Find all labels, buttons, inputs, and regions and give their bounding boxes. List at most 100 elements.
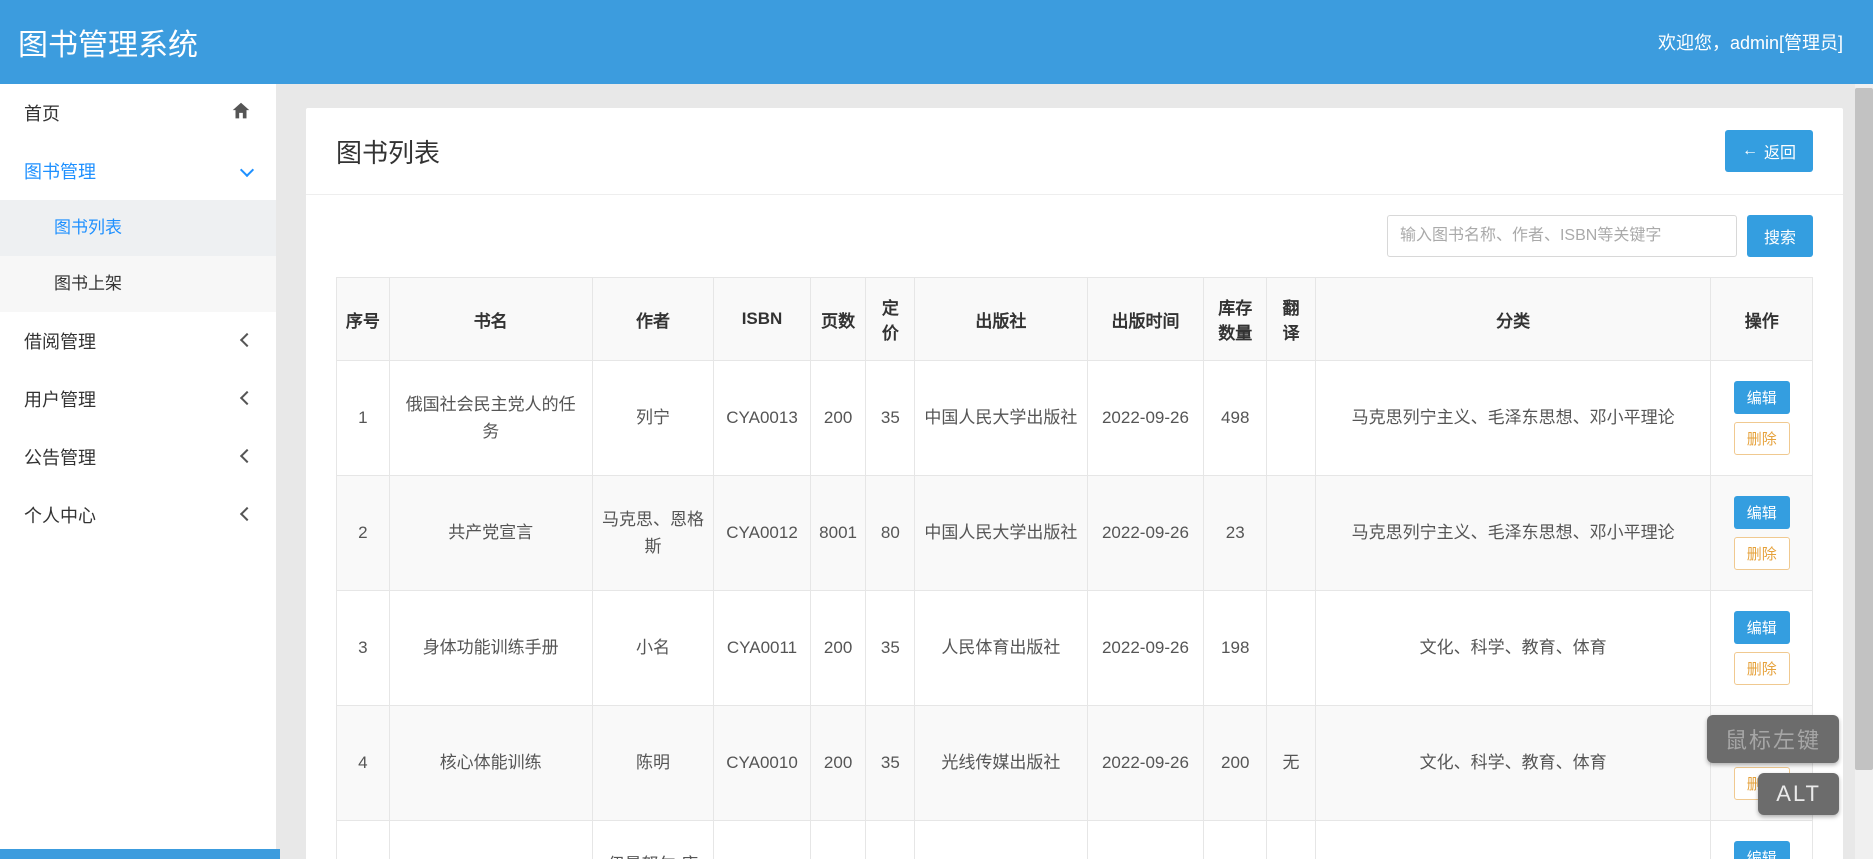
sidebar-subitem-book-list[interactable]: 图书列表 <box>0 200 276 256</box>
cell-idx: 5 <box>337 821 390 859</box>
cell-isbn: CYA0010 <box>714 706 810 821</box>
sidebar-item-home[interactable]: 首页 <box>0 84 276 142</box>
content-panel: 图书列表 ← 返回 搜索 <box>306 108 1843 859</box>
th-category: 分类 <box>1315 278 1711 361</box>
cell-actions: 编辑删除 <box>1711 821 1813 859</box>
search-toolbar: 搜索 <box>306 195 1843 277</box>
cell-isbn: CYA0009 <box>714 821 810 859</box>
search-input[interactable] <box>1387 215 1737 257</box>
table-container: 序号 书名 作者 ISBN 页数 定价 出版社 出版时间 库存数量 翻译 分类 … <box>306 277 1843 859</box>
cell-category: 文化、科学、教育、体育 <box>1315 706 1711 821</box>
cell-trans <box>1267 591 1316 706</box>
th-pages: 页数 <box>810 278 866 361</box>
top-bar: 图书管理系统 欢迎您，admin[管理员] <box>0 0 1873 84</box>
sidebar: 首页 图书管理 图书列表 图书上架 借阅管理 用户管理 公告管理 个人中心 <box>0 84 276 859</box>
welcome-text: 欢迎您，admin[管理员] <box>1658 29 1843 55</box>
chevron-down-icon <box>242 162 252 180</box>
sidebar-item-notices[interactable]: 公告管理 <box>0 428 276 486</box>
cell-publisher: 人民体育出版社 <box>915 591 1087 706</box>
edit-button[interactable]: 编辑 <box>1734 496 1790 529</box>
cell-category: 马克思列宁主义、毛泽东思想、邓小平理论 <box>1315 476 1711 591</box>
vertical-scrollbar[interactable] <box>1855 84 1873 859</box>
cell-stock: 198 <box>1204 591 1267 706</box>
cell-price: 35 <box>866 591 915 706</box>
cell-idx: 3 <box>337 591 390 706</box>
edit-button[interactable]: 编辑 <box>1734 611 1790 644</box>
cell-trans <box>1267 361 1316 476</box>
cell-name: 纯粹理性批判 <box>389 821 592 859</box>
sidebar-item-books[interactable]: 图书管理 <box>0 142 276 200</box>
table-row: 1俄国社会民主党人的任务列宁CYA001320035中国人民大学出版社2022-… <box>337 361 1813 476</box>
cell-author: 马克思、恩格斯 <box>592 476 714 591</box>
cell-publisher: 光线传媒出版社 <box>915 706 1087 821</box>
cell-date: 2022-09-26 <box>1087 476 1204 591</box>
th-trans: 翻译 <box>1267 278 1316 361</box>
edit-button[interactable]: 编辑 <box>1734 841 1790 859</box>
th-author: 作者 <box>592 278 714 361</box>
delete-button[interactable]: 删除 <box>1734 537 1790 570</box>
back-button[interactable]: ← 返回 <box>1725 130 1813 172</box>
cell-date: 2022-09-26 <box>1087 591 1204 706</box>
table-header-row: 序号 书名 作者 ISBN 页数 定价 出版社 出版时间 库存数量 翻译 分类 … <box>337 278 1813 361</box>
sidebar-item-profile[interactable]: 个人中心 <box>0 486 276 544</box>
cell-actions: 编辑删除 <box>1711 476 1813 591</box>
cell-publisher: 中国人民大学出版社 <box>915 361 1087 476</box>
cell-pages: 200 <box>810 706 866 821</box>
cell-pages: 8001 <box>810 476 866 591</box>
chevron-left-icon <box>242 390 252 408</box>
cell-date: 2022-09-26 <box>1087 706 1204 821</box>
back-button-label: 返回 <box>1764 139 1796 163</box>
cell-author: 伊曼努尔·康德 <box>592 821 714 859</box>
panel-header: 图书列表 ← 返回 <box>306 108 1843 195</box>
cell-author: 小名 <box>592 591 714 706</box>
cell-price: 35 <box>866 706 915 821</box>
th-stock: 库存数量 <box>1204 278 1267 361</box>
chevron-left-icon <box>242 448 252 466</box>
cell-name: 身体功能训练手册 <box>389 591 592 706</box>
keypress-overlay: 鼠标左键 ALT <box>1707 715 1839 815</box>
app-title: 图书管理系统 <box>18 20 198 64</box>
page-title: 图书列表 <box>336 133 440 170</box>
cell-pages: 200 <box>810 361 866 476</box>
main-content: 图书列表 ← 返回 搜索 <box>276 84 1873 859</box>
cell-isbn: CYA0011 <box>714 591 810 706</box>
cell-trans: 无 <box>1267 706 1316 821</box>
cell-price: 35 <box>866 821 915 859</box>
table-row: 5纯粹理性批判伊曼努尔·康德CYA000920035光线传媒出版社2022-09… <box>337 821 1813 859</box>
sidebar-subitem-book-add[interactable]: 图书上架 <box>0 256 276 312</box>
edit-button[interactable]: 编辑 <box>1734 381 1790 414</box>
cell-category: 文化、科学、教育、体育 <box>1315 591 1711 706</box>
sidebar-item-users[interactable]: 用户管理 <box>0 370 276 428</box>
arrow-left-icon: ← <box>1742 142 1758 160</box>
cell-category: 哲学、宗教 <box>1315 821 1711 859</box>
cell-category: 马克思列宁主义、毛泽东思想、邓小平理论 <box>1315 361 1711 476</box>
scrollbar-thumb[interactable] <box>1855 88 1873 770</box>
cell-name: 共产党宣言 <box>389 476 592 591</box>
cell-author: 陈明 <box>592 706 714 821</box>
cell-actions: 编辑删除 <box>1711 361 1813 476</box>
sidebar-item-label: 用户管理 <box>24 386 96 412</box>
search-button[interactable]: 搜索 <box>1747 215 1813 257</box>
th-actions: 操作 <box>1711 278 1813 361</box>
sidebar-item-label: 首页 <box>24 100 60 126</box>
cell-name: 核心体能训练 <box>389 706 592 821</box>
bottom-accent-bar <box>0 849 280 859</box>
cell-price: 80 <box>866 476 915 591</box>
delete-button[interactable]: 删除 <box>1734 422 1790 455</box>
cell-stock: 200 <box>1204 706 1267 821</box>
cell-date: 2022-09-26 <box>1087 361 1204 476</box>
cell-pages: 200 <box>810 821 866 859</box>
chevron-left-icon <box>242 332 252 350</box>
th-name: 书名 <box>389 278 592 361</box>
cell-trans <box>1267 476 1316 591</box>
delete-button[interactable]: 删除 <box>1734 652 1790 685</box>
cell-stock: 23 <box>1204 476 1267 591</box>
sidebar-item-borrow[interactable]: 借阅管理 <box>0 312 276 370</box>
home-icon <box>230 100 252 127</box>
cell-price: 35 <box>866 361 915 476</box>
cell-date: 2022-09-26 <box>1087 821 1204 859</box>
cell-author: 列宁 <box>592 361 714 476</box>
sidebar-item-label: 借阅管理 <box>24 328 96 354</box>
cell-publisher: 光线传媒出版社 <box>915 821 1087 859</box>
cell-idx: 2 <box>337 476 390 591</box>
